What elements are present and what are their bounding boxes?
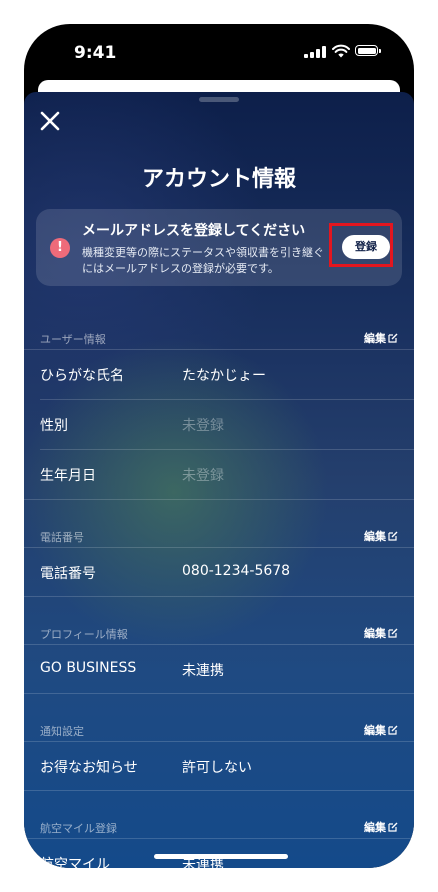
row-value: 許可しない [182, 760, 252, 776]
row-phone-number[interactable]: 電話番号 080-1234-5678 [24, 548, 414, 598]
account-info-sheet: アカウント情報 ! メールアドレスを登録してください 機種変更等の際にステータス… [24, 92, 414, 868]
section-title: 電話番号 [40, 531, 84, 544]
edit-icon [388, 628, 398, 638]
edit-profile-button[interactable]: 編集 [364, 625, 398, 641]
row-label: 電話番号 [40, 566, 96, 582]
section-header-profile: プロフィール情報 編集 [24, 623, 414, 643]
edit-icon [388, 333, 398, 343]
battery-icon [355, 45, 381, 56]
edit-icon [388, 725, 398, 735]
sheet-grabber[interactable] [199, 97, 239, 102]
row-deals-notification[interactable]: お得なお知らせ 許可しない [24, 742, 414, 792]
status-time: 9:41 [74, 43, 117, 63]
row-label: ひらがな氏名 [40, 368, 124, 384]
divider [24, 596, 414, 597]
section-header-user: ユーザー情報 編集 [24, 328, 414, 348]
row-label: 生年月日 [40, 468, 96, 484]
divider [24, 499, 414, 500]
section-header-mileage: 航空マイル登録 編集 [24, 817, 414, 837]
row-label: 性別 [40, 418, 68, 434]
section-header-phone: 電話番号 編集 [24, 526, 414, 546]
phone-frame: 9:41 アカウント情報 ! メールアドレスを登録してください 機種変更等の際に… [24, 24, 414, 868]
row-go-business[interactable]: GO BUSINESS 未連携 [24, 645, 414, 695]
page-title: アカウント情報 [141, 167, 296, 192]
alert-icon: ! [50, 238, 70, 258]
close-icon[interactable] [38, 109, 62, 133]
edit-phone-button[interactable]: 編集 [364, 528, 398, 544]
row-label: 航空マイル [40, 857, 110, 868]
divider [24, 790, 414, 791]
edit-icon [388, 531, 398, 541]
row-birthdate[interactable]: 生年月日 未登録 [24, 450, 414, 500]
row-label: GO BUSINESS [40, 660, 137, 676]
section-title: プロフィール情報 [40, 628, 128, 641]
edit-mileage-button[interactable]: 編集 [364, 819, 398, 835]
row-value: 未連携 [182, 663, 224, 679]
wifi-icon [332, 44, 350, 58]
divider [24, 693, 414, 694]
row-value: 080-1234-5678 [182, 563, 291, 579]
section-title: 航空マイル登録 [40, 822, 117, 835]
row-value: 未登録 [182, 468, 224, 484]
banner-description: 機種変更等の際にステータスや領収書を引き継ぐにはメールアドレスの登録が必要です。 [82, 246, 324, 275]
row-gender[interactable]: 性別 未登録 [24, 400, 414, 450]
email-warning-banner: ! メールアドレスを登録してください 機種変更等の際にステータスや領収書を引き継… [36, 209, 402, 286]
row-label: お得なお知らせ [40, 760, 138, 776]
edit-icon [388, 822, 398, 832]
cellular-signal-icon [304, 46, 326, 58]
row-value: たなかじょー [182, 368, 266, 384]
edit-user-button[interactable]: 編集 [364, 330, 398, 346]
edit-notify-button[interactable]: 編集 [364, 722, 398, 738]
section-title: 通知設定 [40, 725, 84, 738]
home-indicator[interactable] [154, 854, 288, 859]
row-hiragana-name[interactable]: ひらがな氏名 たなかじょー [24, 350, 414, 400]
section-header-notify: 通知設定 編集 [24, 720, 414, 740]
status-bar: 9:41 [24, 24, 414, 80]
banner-title: メールアドレスを登録してください [82, 223, 306, 239]
section-title: ユーザー情報 [40, 333, 106, 346]
row-value: 未登録 [182, 418, 224, 434]
register-button[interactable]: 登録 [342, 235, 390, 259]
